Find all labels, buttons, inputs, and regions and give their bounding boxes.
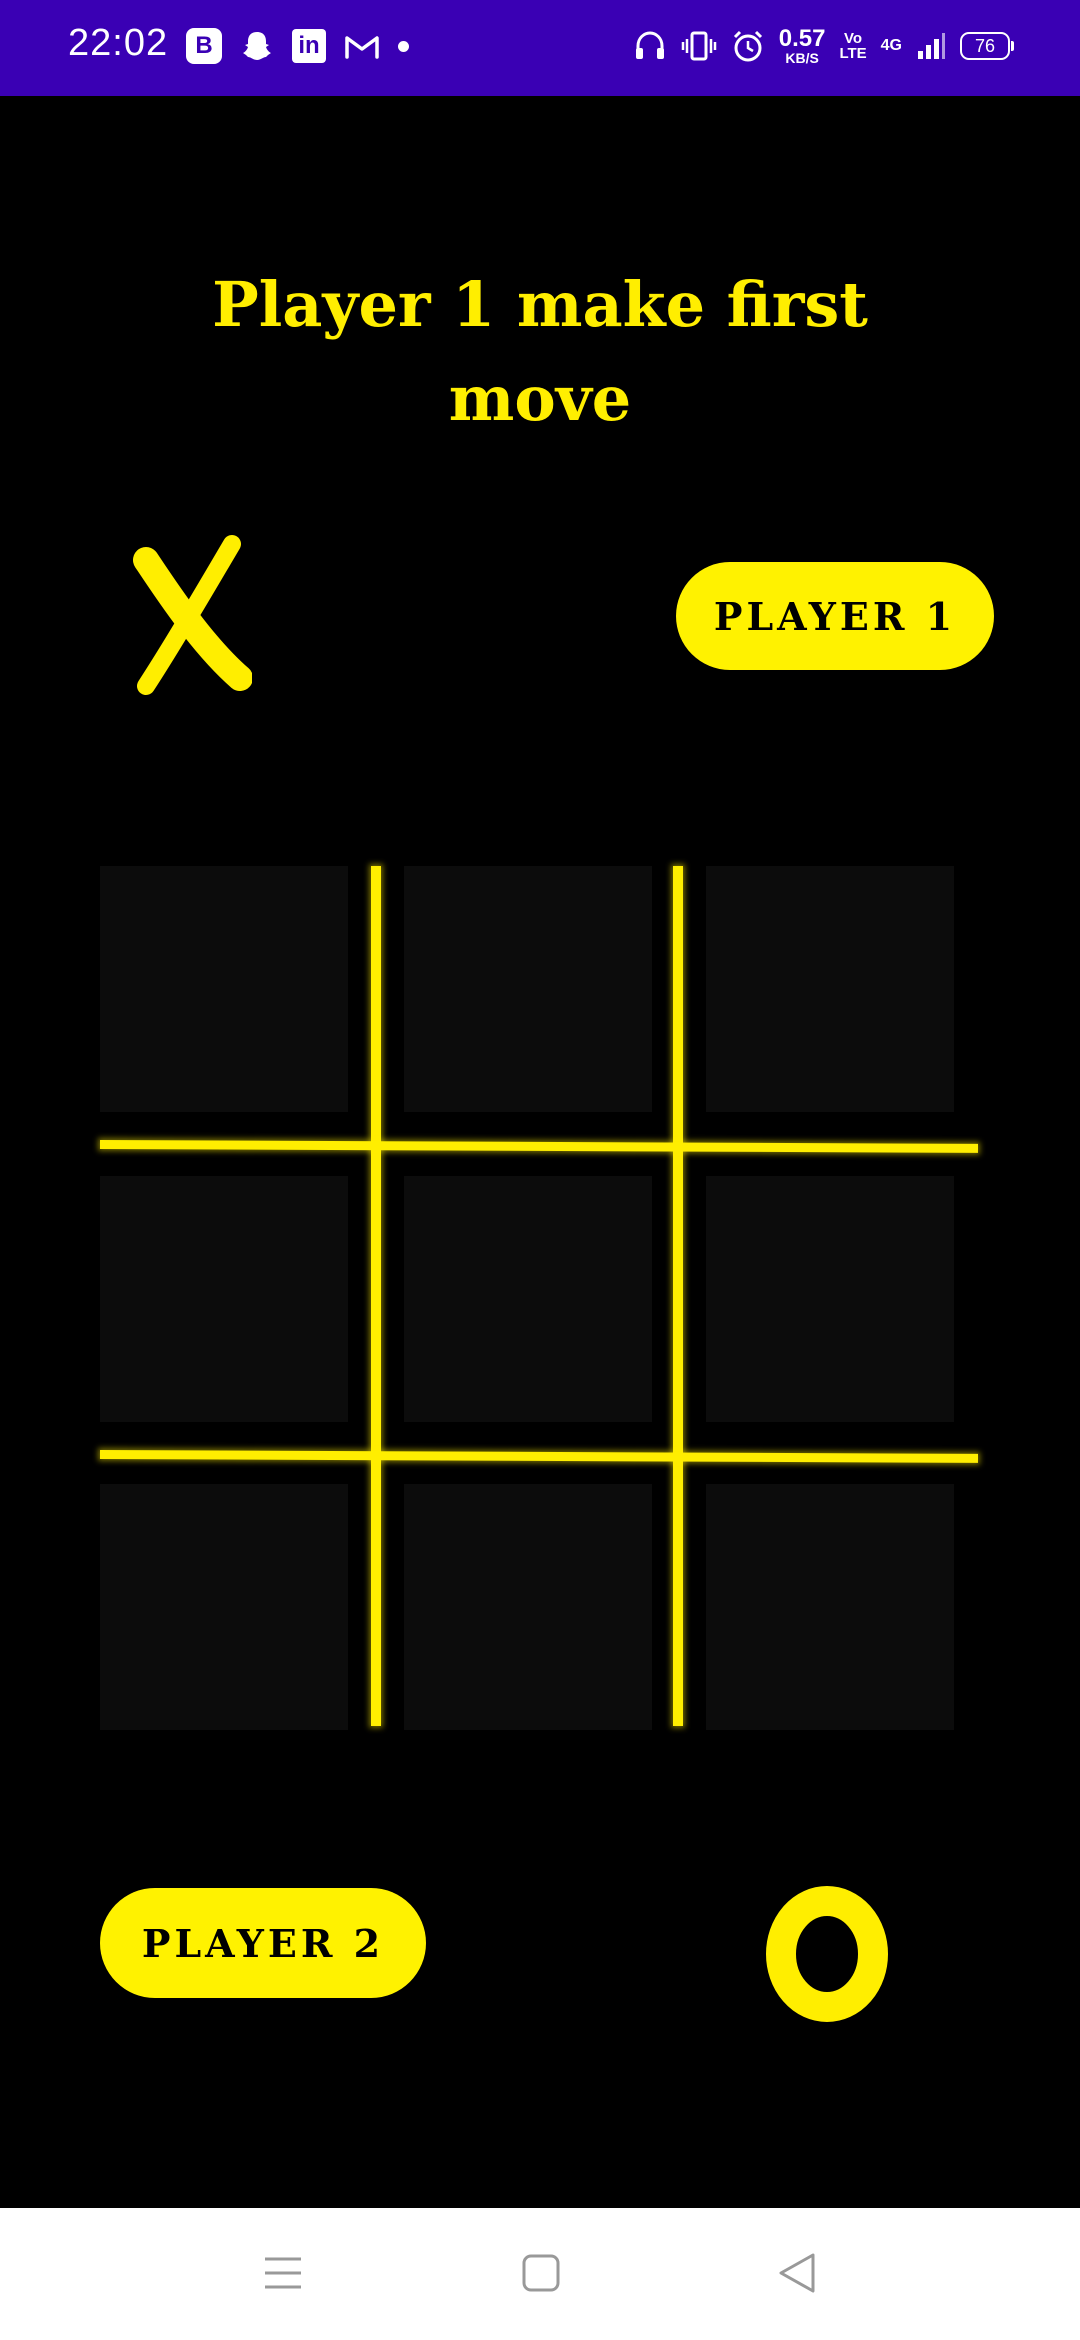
headphones-icon	[635, 31, 664, 59]
board-cell-9[interactable]	[706, 1484, 954, 1730]
battery-level: 76	[974, 35, 996, 56]
turn-heading-line-1: Player 1 make first	[212, 268, 868, 341]
back-icon	[779, 2253, 815, 2293]
battery-icon: 76	[960, 32, 1014, 60]
b-app-icon: B	[186, 28, 222, 64]
status-time: 22:02	[68, 22, 169, 64]
turn-heading: Player 1 make first move	[140, 258, 940, 446]
signal-icon	[918, 33, 945, 59]
home-button[interactable]	[506, 2238, 576, 2308]
grid-line-vertical-1	[371, 866, 381, 1726]
player-1-label: PLAYER 1	[713, 593, 957, 639]
notification-icons: B in	[186, 28, 409, 64]
board-cell-2[interactable]	[404, 866, 652, 1112]
player-2-button[interactable]: PLAYER 2	[100, 1888, 426, 1998]
player-2-label: PLAYER 2	[141, 1920, 385, 1966]
o-mark-icon	[766, 1886, 888, 2022]
network-speed-unit: KB/S	[785, 50, 819, 66]
network-speed-value: 0.57	[778, 25, 826, 52]
menu-button[interactable]	[248, 2238, 318, 2308]
navigation-bar	[0, 2208, 1080, 2340]
board-cell-4[interactable]	[100, 1176, 348, 1422]
grid-line-horizontal-1	[99, 1140, 979, 1153]
board-cell-3[interactable]	[706, 866, 954, 1112]
board-cell-6[interactable]	[706, 1176, 954, 1422]
board-cell-8[interactable]	[404, 1484, 652, 1730]
gmail-icon	[345, 36, 379, 59]
dot-icon	[398, 40, 409, 52]
player-1-button[interactable]: PLAYER 1	[676, 562, 994, 670]
board-cell-5[interactable]	[404, 1176, 652, 1422]
network-type: 4G	[880, 37, 902, 54]
volte-indicator: Vo LTE	[839, 31, 866, 61]
board-cell-1[interactable]	[100, 866, 348, 1112]
vibrate-icon	[681, 31, 716, 61]
grid-line-horizontal-2	[99, 1450, 979, 1463]
alarm-icon	[733, 30, 762, 62]
network-speed: 0.57 KB/S	[778, 25, 826, 66]
snapchat-icon	[243, 32, 271, 60]
system-icons: 0.57 KB/S Vo LTE 4G 76	[633, 25, 1014, 66]
turn-heading-line-2: move	[448, 362, 632, 435]
x-mark-icon	[133, 535, 252, 695]
volte-top: Vo	[844, 30, 863, 47]
status-bar: 22:02 B in 0.57 KB/S Vo LTE 4G 76	[0, 0, 1080, 96]
volte-bottom: LTE	[839, 45, 867, 62]
board-cell-7[interactable]	[100, 1484, 348, 1730]
home-icon	[522, 2254, 560, 2292]
menu-icon	[265, 2257, 301, 2289]
linkedin-icon: in	[292, 29, 326, 63]
grid-line-vertical-2	[673, 866, 683, 1726]
back-button[interactable]	[762, 2238, 832, 2308]
